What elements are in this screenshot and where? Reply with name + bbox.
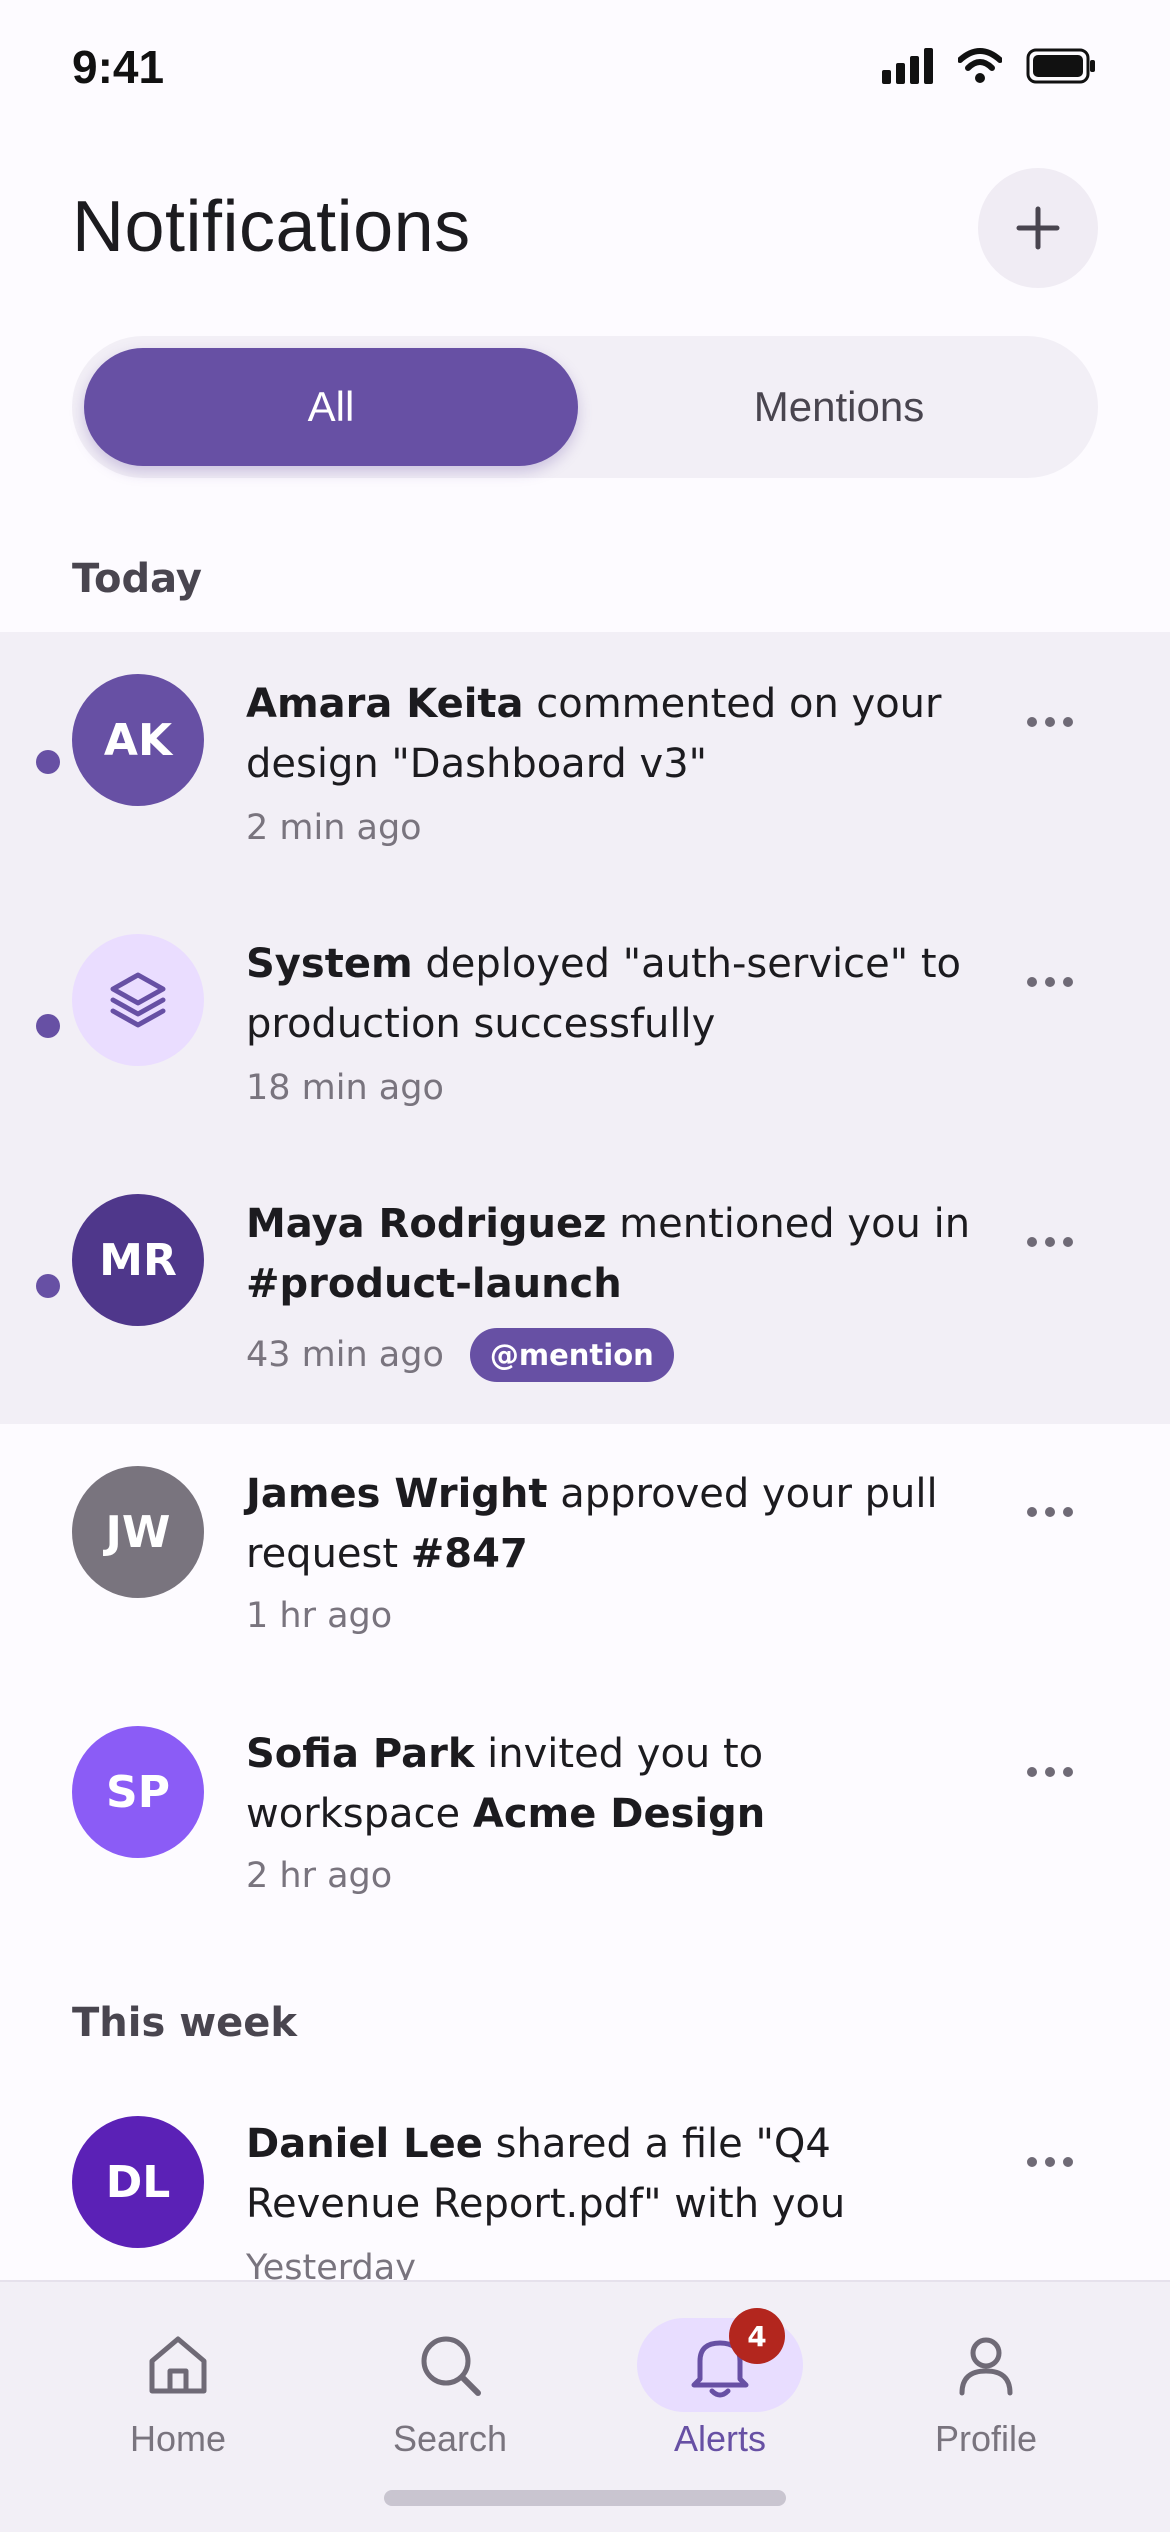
- status-time: 9:41: [72, 41, 165, 93]
- more-dots-icon: [1027, 717, 1037, 727]
- more-options-button[interactable]: [1008, 952, 1092, 1012]
- more-dots-icon: [1027, 1237, 1037, 1247]
- notification-target[interactable]: #product-launch: [246, 1261, 622, 1307]
- notification-item[interactable]: MR Maya Rodriguez mentioned you in #prod…: [0, 1172, 1170, 1432]
- notification-text: Daniel Lee shared a file "Q4 Revenue Rep…: [246, 2114, 976, 2234]
- notification-meta: 1 hr ago: [246, 1596, 392, 1636]
- notification-text: System deployed "auth-service" to produc…: [246, 934, 976, 1054]
- wifi-icon: [958, 48, 1002, 83]
- filter-tabs: All Mentions: [72, 336, 1098, 478]
- notification-item[interactable]: SP Sofia Park invited you to workspace A…: [0, 1702, 1170, 1962]
- unread-indicator: [36, 1014, 60, 1038]
- more-options-button[interactable]: [1008, 692, 1092, 752]
- nav-label: Alerts: [673, 2418, 767, 2459]
- notification-item[interactable]: AK Amara Keita commented on your design …: [0, 652, 1170, 912]
- timestamp: 2 min ago: [246, 808, 422, 848]
- more-dots-icon: [1027, 1767, 1037, 1777]
- add-button[interactable]: [978, 168, 1098, 288]
- timestamp: 1 hr ago: [246, 1596, 393, 1636]
- nav-icon-container: [367, 2318, 533, 2412]
- page-title: Notifications: [72, 187, 471, 267]
- more-options-button[interactable]: [1008, 2132, 1092, 2192]
- timestamp: 2 hr ago: [246, 1856, 393, 1896]
- unread-indicator: [36, 1274, 60, 1298]
- tab-all[interactable]: All: [84, 348, 578, 466]
- actor-name: Daniel Lee: [246, 2121, 483, 2167]
- notification-text: Sofia Park invited you to workspace Acme…: [246, 1724, 976, 1844]
- nav-profile[interactable]: Profile: [876, 2318, 1096, 2468]
- layers-icon: [110, 972, 166, 1028]
- notification-message: mentioned you in: [606, 1201, 971, 1247]
- notification-target[interactable]: #847: [411, 1531, 528, 1577]
- avatar: DL: [72, 2116, 204, 2248]
- battery-icon: [1026, 48, 1095, 84]
- actor-name: Sofia Park: [246, 1731, 475, 1777]
- alerts-count-badge: 4: [729, 2308, 785, 2364]
- actor-name: James Wright: [246, 1471, 548, 1517]
- notification-item[interactable]: JW James Wright approved your pull reque…: [0, 1442, 1170, 1702]
- avatar: SP: [72, 1726, 204, 1858]
- nav-search[interactable]: Search: [340, 2318, 560, 2468]
- nav-icon-container: [95, 2318, 261, 2412]
- avatar: MR: [72, 1194, 204, 1326]
- notification-text: Maya Rodriguez mentioned you in #product…: [246, 1194, 976, 1314]
- avatar: AK: [72, 674, 204, 806]
- nav-icon-container: 4: [637, 2308, 803, 2412]
- notification-meta: 2 min ago: [246, 808, 422, 848]
- more-dots-icon: [1027, 977, 1037, 987]
- more-options-button[interactable]: [1008, 1212, 1092, 1272]
- cellular-signal-icon: [882, 48, 933, 84]
- mention-badge: @mention: [469, 1328, 674, 1382]
- actor-name: Amara Keita: [246, 681, 524, 727]
- plus-icon: [1016, 206, 1060, 250]
- timestamp: 43 min ago: [246, 1335, 444, 1375]
- more-dots-icon: [1027, 2157, 1037, 2167]
- nav-icon-container: [903, 2318, 1069, 2412]
- status-icons: [882, 48, 1096, 84]
- notification-meta: 18 min ago: [246, 1068, 444, 1108]
- home-icon: [149, 2336, 207, 2394]
- actor-name: Maya Rodriguez: [246, 1201, 607, 1247]
- home-indicator[interactable]: [384, 2490, 786, 2506]
- notification-meta: 2 hr ago: [246, 1856, 392, 1896]
- notification-target[interactable]: Acme Design: [473, 1791, 765, 1837]
- system-avatar: [72, 934, 204, 1066]
- actor-name: System: [246, 941, 413, 987]
- timestamp: 18 min ago: [246, 1068, 444, 1108]
- more-options-button[interactable]: [1008, 1482, 1092, 1542]
- unread-indicator: [36, 750, 60, 774]
- notification-text: Amara Keita commented on your design "Da…: [246, 674, 976, 794]
- nav-label: Search: [392, 2418, 508, 2459]
- section-header-this-week: This week: [72, 2000, 298, 2046]
- nav-home[interactable]: Home: [68, 2318, 288, 2468]
- notification-meta: 43 min ago @mention: [246, 1328, 674, 1382]
- status-bar: 9:41: [0, 0, 1170, 140]
- notification-item[interactable]: System deployed "auth-service" to produc…: [0, 912, 1170, 1172]
- section-header-today: Today: [72, 556, 202, 602]
- search-icon: [421, 2336, 481, 2396]
- person-icon: [959, 2337, 1013, 2396]
- avatar: JW: [72, 1466, 204, 1598]
- nav-label: Home: [129, 2418, 227, 2459]
- nav-alerts[interactable]: 4 Alerts: [610, 2308, 830, 2468]
- nav-label: Profile: [934, 2418, 1038, 2459]
- more-options-button[interactable]: [1008, 1742, 1092, 1802]
- notification-text: James Wright approved your pull request …: [246, 1464, 976, 1584]
- tab-mentions[interactable]: Mentions: [592, 348, 1086, 466]
- more-dots-icon: [1027, 1507, 1037, 1517]
